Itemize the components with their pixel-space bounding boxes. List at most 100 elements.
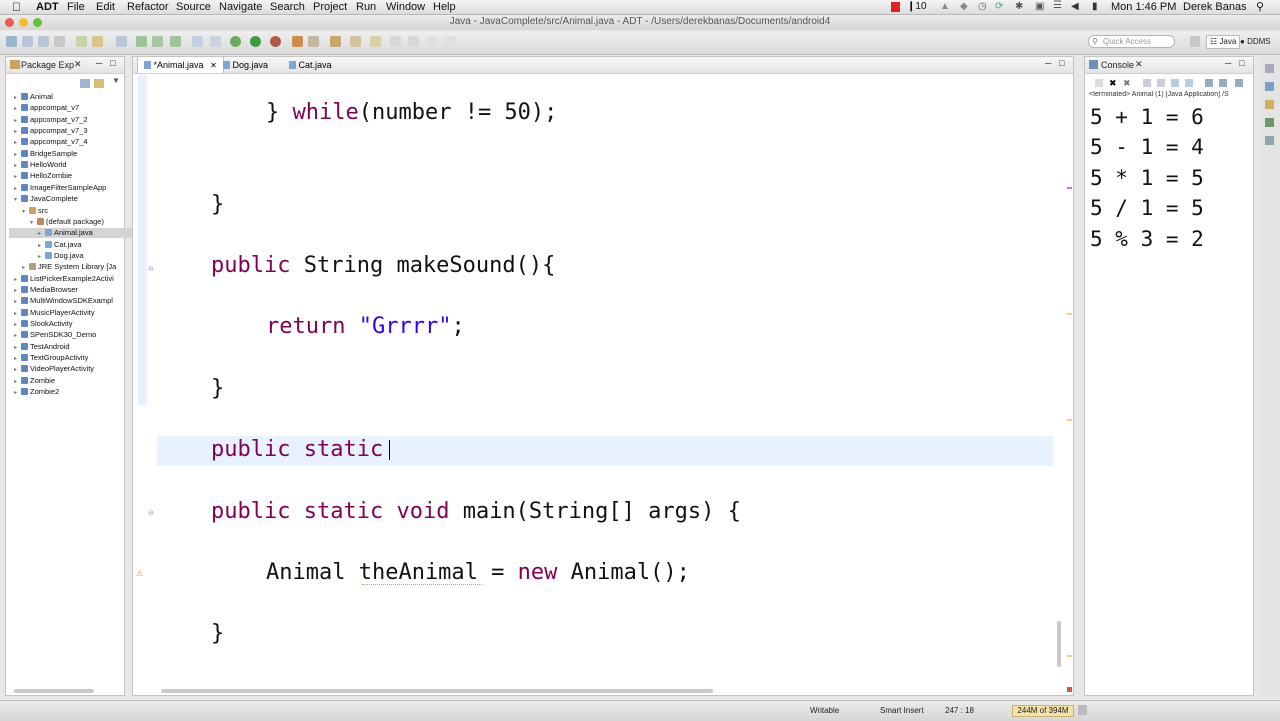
fold-icon[interactable]: ⊖ xyxy=(148,509,154,517)
open-task-icon[interactable] xyxy=(330,36,341,47)
minimize-view-icon[interactable]: ─ xyxy=(1225,58,1231,68)
build-icon[interactable] xyxy=(76,36,87,47)
expand-arrow-icon[interactable]: ▸ xyxy=(14,172,21,182)
tree-item[interactable]: ▸ appcompat_v7 xyxy=(14,103,79,113)
tab-cat-java[interactable]: Cat.java xyxy=(283,57,338,73)
display-console-icon[interactable] xyxy=(1219,79,1227,87)
tree-item[interactable]: ▸ MediaBrowser xyxy=(14,285,78,295)
next-annotation-icon[interactable] xyxy=(390,36,401,47)
warning-icon[interactable]: ⚠ xyxy=(136,569,143,578)
tab-dog-java[interactable]: Dog.java xyxy=(217,57,274,73)
perspective-ddms[interactable]: ● DDMS xyxy=(1240,36,1271,48)
sync-icon[interactable]: ⟳ xyxy=(995,1,1003,12)
code-line[interactable]: public static xyxy=(211,437,390,463)
menu-file[interactable]: File xyxy=(67,0,85,14)
expand-arrow-icon[interactable]: ▸ xyxy=(14,309,21,319)
expand-arrow-icon[interactable]: ▸ xyxy=(14,354,21,364)
status-indicator[interactable]: ❙10 xyxy=(907,1,927,12)
fold-icon[interactable]: ⊖ xyxy=(148,265,154,273)
new-package-icon[interactable] xyxy=(308,36,319,47)
menu-edit[interactable]: Edit xyxy=(96,0,115,14)
expand-arrow-icon[interactable]: ▸ xyxy=(38,241,45,251)
run-icon[interactable] xyxy=(250,36,261,47)
expand-arrow-icon[interactable]: ▸ xyxy=(14,161,21,171)
expand-arrow-icon[interactable]: ▸ xyxy=(14,388,21,398)
tree-item[interactable]: ▸ JRE System Library [Ja xyxy=(22,262,116,272)
android-sdk-icon[interactable] xyxy=(116,36,127,47)
expand-arrow-icon[interactable]: ▸ xyxy=(38,229,45,239)
code-line[interactable]: } xyxy=(211,376,224,402)
print-icon[interactable] xyxy=(54,36,65,47)
javadoc-icon[interactable] xyxy=(1265,136,1274,145)
collapse-arrow-icon[interactable]: ▾ xyxy=(30,218,37,228)
heap-status[interactable]: 244M of 394M xyxy=(1012,705,1074,717)
overview-marker[interactable] xyxy=(1067,419,1072,421)
tree-item[interactable]: ▸ TextGroupActivity xyxy=(14,353,88,363)
new-class-icon[interactable] xyxy=(192,36,203,47)
wifi-icon[interactable]: ☰ xyxy=(1053,0,1062,11)
tree-item[interactable]: ▸ MultiWindowSDKExampl xyxy=(14,296,113,306)
expand-arrow-icon[interactable]: ▸ xyxy=(14,331,21,341)
menu-user[interactable]: Derek Banas xyxy=(1183,0,1247,14)
external-tools-icon[interactable] xyxy=(270,36,281,47)
task-list-icon[interactable] xyxy=(1265,100,1274,109)
collapse-arrow-icon[interactable]: ▾ xyxy=(14,195,21,205)
expand-arrow-icon[interactable]: ▸ xyxy=(14,150,21,160)
menu-run[interactable]: Run xyxy=(356,0,376,14)
tree-item[interactable]: ▸ appcompat_v7_3 xyxy=(14,126,88,136)
tree-item[interactable]: ▸ TestAndroid xyxy=(14,342,70,352)
close-tab-icon[interactable]: ✕ xyxy=(210,61,217,70)
code-line[interactable]: public static void main(String[] args) { xyxy=(211,499,741,525)
quick-access-input[interactable]: ⚲ Quick Access xyxy=(1088,35,1175,48)
open-perspective-icon[interactable] xyxy=(1190,36,1200,47)
tree-item[interactable]: ▸ appcompat_v7_4 xyxy=(14,137,88,147)
display-icon[interactable]: ▣ xyxy=(1035,1,1044,12)
expand-arrow-icon[interactable]: ▸ xyxy=(14,138,21,148)
new-icon[interactable] xyxy=(6,36,17,47)
show-on-output-icon[interactable] xyxy=(1171,79,1179,87)
collapse-all-icon[interactable] xyxy=(80,79,90,88)
menu-source[interactable]: Source xyxy=(176,0,211,14)
tree-item[interactable]: ▾ JavaComplete xyxy=(14,194,78,204)
maximize-view-icon[interactable]: □ xyxy=(110,58,115,68)
view-menu-icon[interactable]: ▼ xyxy=(112,76,120,85)
menu-clock[interactable]: Mon 1:46 PM xyxy=(1111,0,1176,14)
clear-console-icon[interactable] xyxy=(1143,79,1151,87)
search-icon[interactable] xyxy=(350,36,361,47)
remove-all-icon[interactable]: ✖ xyxy=(1123,78,1131,89)
link-editor-icon[interactable] xyxy=(94,79,104,88)
outline-icon[interactable] xyxy=(1265,82,1274,91)
tree-item[interactable]: ▾ src xyxy=(22,206,48,216)
expand-arrow-icon[interactable]: ▸ xyxy=(14,104,21,114)
tree-item[interactable]: ▸ SPenSDK30_Demo xyxy=(14,330,96,340)
minimize-view-icon[interactable]: ─ xyxy=(96,58,102,68)
dropbox-icon[interactable]: ◆ xyxy=(960,1,968,12)
record-icon[interactable] xyxy=(891,2,900,12)
overview-marker[interactable] xyxy=(1067,187,1072,189)
tree-item[interactable]: ▸ VideoPlayerActivity xyxy=(14,364,94,374)
code-line[interactable]: return "Grrrr"; xyxy=(266,314,465,340)
scroll-lock-icon[interactable] xyxy=(1157,79,1165,87)
code-line[interactable]: } xyxy=(211,192,224,218)
time-machine-icon[interactable]: ◷ xyxy=(978,1,987,12)
apple-menu-icon[interactable]:  xyxy=(12,0,21,14)
tree-item[interactable]: ▸ BridgeSample xyxy=(14,149,77,159)
package-explorer-scrollbar[interactable] xyxy=(14,689,94,693)
terminate-icon[interactable] xyxy=(1095,79,1103,87)
menu-help[interactable]: Help xyxy=(433,0,456,14)
menu-search[interactable]: Search xyxy=(270,0,305,14)
spotlight-icon[interactable]: ⚲ xyxy=(1256,0,1264,13)
menu-refactor[interactable]: Refactor xyxy=(127,0,169,14)
tree-item[interactable]: ▾ (default package) xyxy=(30,217,104,227)
new-console-icon[interactable] xyxy=(1235,79,1243,87)
annotation-icon[interactable] xyxy=(370,36,381,47)
editor-vertical-scrollbar[interactable] xyxy=(1057,621,1061,667)
overview-marker[interactable] xyxy=(1067,313,1072,315)
error-overview-icon[interactable] xyxy=(1067,687,1072,692)
tab-animal-java[interactable]: *Animal.java ✕ xyxy=(137,57,224,73)
forward-icon[interactable] xyxy=(426,36,437,47)
tree-item[interactable]: ▸ Zombie2 xyxy=(14,387,59,397)
perspective-java[interactable]: ☷ Java xyxy=(1206,35,1241,49)
pin-editor-icon[interactable] xyxy=(446,36,457,47)
tree-item[interactable]: ▸ Dog.java xyxy=(38,251,84,261)
